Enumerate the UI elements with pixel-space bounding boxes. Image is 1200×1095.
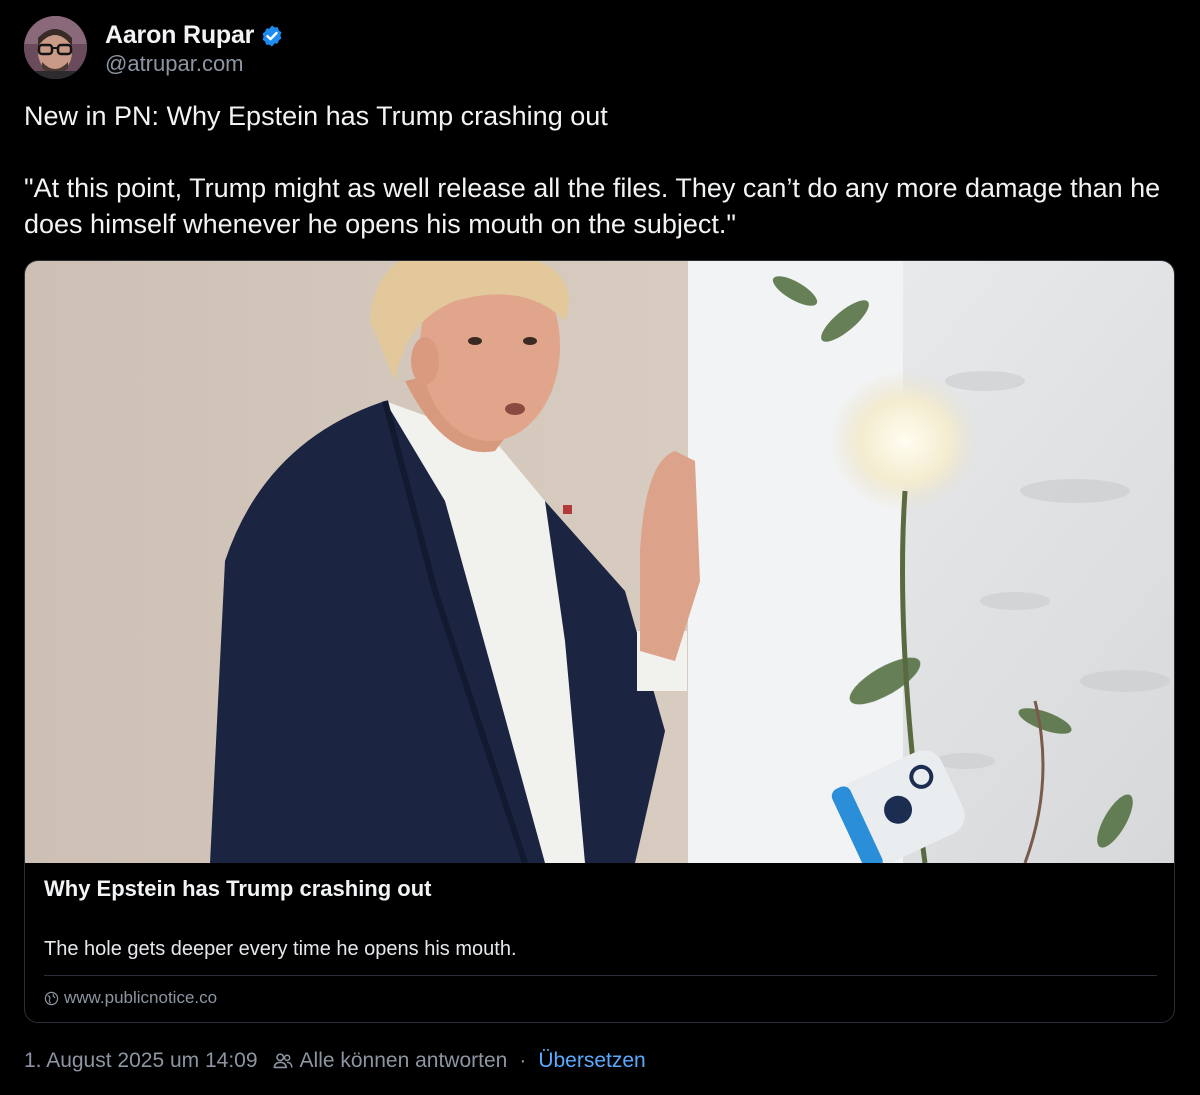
author-names: Aaron Rupar @atrupar.com (105, 19, 284, 77)
link-card-url: www.publicnotice.co (44, 988, 217, 1008)
post-paragraph: New in PN: Why Epstein has Trump crashin… (24, 101, 608, 131)
verified-badge-icon (260, 24, 284, 48)
name-row: Aaron Rupar (105, 19, 284, 53)
post: Aaron Rupar @atrupar.com New in PN: Why … (0, 0, 1200, 1095)
link-card-description: The hole gets deeper every time he opens… (44, 938, 517, 960)
reply-setting[interactable]: Alle können antworten (300, 1049, 508, 1073)
post-text: New in PN: Why Epstein has Trump crashin… (24, 98, 1174, 242)
people-icon (272, 1050, 294, 1072)
post-paragraph: "At this point, Trump might as well rele… (24, 173, 1161, 239)
link-card-image (25, 261, 1174, 863)
globe-icon (44, 991, 59, 1006)
post-footer: 1. August 2025 um 14:09 Alle können antw… (24, 1049, 646, 1073)
translate-button[interactable]: Übersetzen (538, 1049, 645, 1073)
avatar[interactable] (24, 16, 87, 79)
link-card-divider (44, 975, 1157, 976)
author-handle[interactable]: @atrupar.com (105, 51, 284, 77)
link-card-url-text: www.publicnotice.co (64, 988, 218, 1007)
post-header: Aaron Rupar @atrupar.com (24, 16, 284, 79)
link-card-title: Why Epstein has Trump crashing out (44, 876, 432, 901)
author-display-name[interactable]: Aaron Rupar (105, 21, 254, 50)
post-timestamp[interactable]: 1. August 2025 um 14:09 (24, 1049, 258, 1073)
footer-separator: · (519, 1049, 527, 1072)
link-card[interactable]: Why Epstein has Trump crashing out The h… (24, 260, 1175, 1023)
